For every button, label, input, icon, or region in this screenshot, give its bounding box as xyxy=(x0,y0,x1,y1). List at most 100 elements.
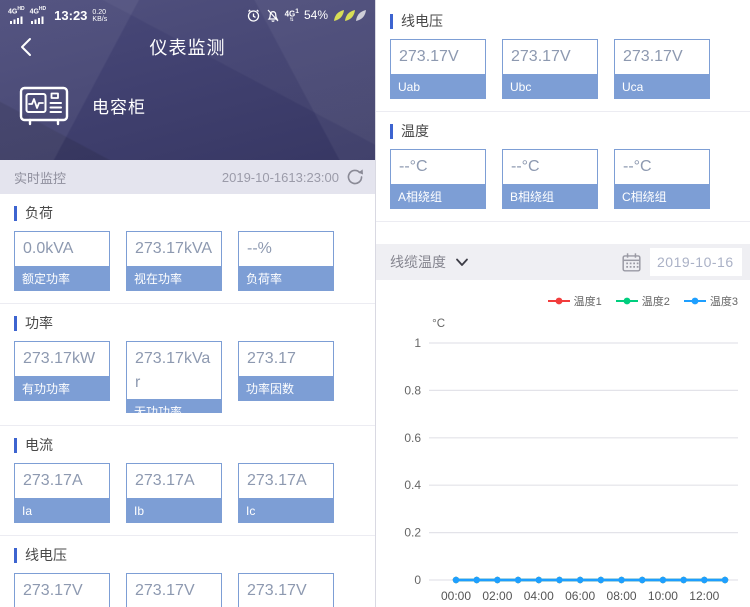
signal-bars-icon xyxy=(9,16,23,24)
metric-card: 0.0kVA 额定功率 xyxy=(14,231,110,291)
metric-label: Ic xyxy=(238,499,334,523)
section-title: 负荷 xyxy=(14,206,375,221)
section-divider xyxy=(376,221,750,222)
status-time: 13:23 xyxy=(54,7,88,23)
screen-left: 4GHD 4GHD 13:23 0.20 KB/s 4G1 ⇅ 54% 仪表监测… xyxy=(0,0,375,607)
metric-cards-row: 0.0kVA 额定功率 273.17kVA 视在功率 --% 负荷率 xyxy=(0,231,375,291)
realtime-label: 实时监控 xyxy=(14,170,67,186)
metric-label: B相绕组 xyxy=(502,185,598,209)
metric-cards-row: --°C A相绕组 --°C B相绕组 --°C C相绕组 xyxy=(376,149,750,209)
metric-label: Uab xyxy=(390,75,486,99)
selector-label: 线缆温度 xyxy=(390,254,446,270)
alarm-clock-icon xyxy=(246,8,261,23)
chart-legend: 温度1 温度2 温度3 xyxy=(376,294,750,308)
metric-card: --°C C相绕组 xyxy=(614,149,710,209)
metric-value: 273.17V xyxy=(502,39,598,75)
section-title: 线电压 xyxy=(390,14,750,29)
metric-label: 有功功率 xyxy=(14,377,110,401)
date-input[interactable]: 2019-10-16 xyxy=(650,248,742,276)
metric-cards-row: 273.17A Ia 273.17A Ib 273.17A Ic xyxy=(0,463,375,523)
svg-text:0.8: 0.8 xyxy=(404,383,421,397)
metric-label: C相绕组 xyxy=(614,185,710,209)
metric-cards-row: 273.17kW 有功功率 273.17kVar 无功功率 273.17 功率因数 xyxy=(0,341,375,413)
metric-cards-row: 273.17VUab 273.17VUbc 273.17VUca xyxy=(0,573,375,607)
legend-item[interactable]: 温度1 xyxy=(547,293,602,309)
metric-value: 273.17kW xyxy=(14,341,110,377)
chart-header-bar: 线缆温度 2019-10-16 xyxy=(376,244,750,280)
chart-wrap: 0 0.2 0.4 0.6 0.8 1 °C 00:00 02:00 04:00 06:00 08:0… xyxy=(376,310,750,607)
status-bar: 4GHD 4GHD 13:23 0.20 KB/s 4G1 ⇅ 54% xyxy=(0,0,375,28)
left-sections-mount: 负荷 0.0kVA 额定功率 273.17kVA 视在功率 --% 负荷率功率 273.17k… xyxy=(0,194,375,607)
metric-card: 273.17VUbc xyxy=(502,39,598,99)
metric-card: 273.17 功率因数 xyxy=(238,341,334,401)
metric-value: 273.17V xyxy=(126,573,222,607)
calendar-icon[interactable] xyxy=(621,252,642,273)
refresh-icon xyxy=(347,169,363,185)
metric-section: 负荷 0.0kVA 额定功率 273.17kVA 视在功率 --% 负荷率 xyxy=(0,194,375,304)
screen-right: 线电压 273.17V Uab 273.17V Ubc 273.17V Uca 温度 --°C A… xyxy=(375,0,750,607)
metric-section: 功率 273.17kW 有功功率 273.17kVar 无功功率 273.17 功率因数 xyxy=(0,304,375,426)
metric-card: 273.17A Ia xyxy=(14,463,110,523)
realtime-monitor-bar: 实时监控 2019-10-1613:23:00 xyxy=(0,160,375,194)
metric-value: 273.17 xyxy=(238,341,334,377)
metric-label: 视在功率 xyxy=(126,267,222,291)
refresh-button[interactable] xyxy=(345,167,365,187)
section-title: 功率 xyxy=(14,316,375,331)
svg-text:04:00: 04:00 xyxy=(524,589,554,603)
section-title: 温度 xyxy=(390,124,750,139)
metric-value: 273.17V xyxy=(14,573,110,607)
legend-item[interactable]: 温度3 xyxy=(683,293,738,309)
metric-label: Uca xyxy=(614,75,710,99)
metric-label: A相绕组 xyxy=(390,185,486,209)
svg-text:00:00: 00:00 xyxy=(441,589,471,603)
metric-label: 无功功率 xyxy=(126,400,222,413)
metric-value: --°C xyxy=(614,149,710,185)
legend-label: 温度3 xyxy=(709,296,738,308)
metric-section: 线电压 273.17VUab 273.17VUbc 273.17VUca xyxy=(0,536,375,607)
back-chevron-icon xyxy=(21,38,31,56)
metric-value: 273.17V xyxy=(614,39,710,75)
metric-card: 273.17A Ic xyxy=(238,463,334,523)
metric-card: 273.17kW 有功功率 xyxy=(14,341,110,401)
svg-text:0.6: 0.6 xyxy=(404,431,421,445)
svg-text:10:00: 10:00 xyxy=(648,589,678,603)
metric-card: 273.17VUbc xyxy=(126,573,222,607)
metric-card: --°C A相绕组 xyxy=(390,149,486,209)
svg-text:06:00: 06:00 xyxy=(565,589,595,603)
metric-selector[interactable]: 线缆温度 xyxy=(390,252,469,272)
section-title: 电流 xyxy=(14,438,375,453)
device-name: 电容柜 xyxy=(92,97,146,117)
svg-text:02:00: 02:00 xyxy=(482,589,512,603)
back-button[interactable] xyxy=(10,28,54,66)
metric-card: --% 负荷率 xyxy=(238,231,334,291)
svg-text:1: 1 xyxy=(414,336,421,350)
svg-text:0.4: 0.4 xyxy=(404,478,421,492)
metric-value: 273.17A xyxy=(126,463,222,499)
metric-value: --°C xyxy=(390,149,486,185)
metric-card: 273.17A Ib xyxy=(126,463,222,523)
mute-bell-icon xyxy=(266,8,280,23)
page-title: 仪表监测 xyxy=(149,38,226,58)
metric-label: 功率因数 xyxy=(238,377,334,401)
svg-text:°C: °C xyxy=(432,318,445,330)
metric-card: 273.17VUab xyxy=(390,39,486,99)
nav-bar: 仪表监测 xyxy=(0,28,375,66)
svg-text:08:00: 08:00 xyxy=(607,589,637,603)
metric-value: 273.17A xyxy=(14,463,110,499)
capacitor-cabinet-icon xyxy=(19,86,69,126)
metric-label: Ubc xyxy=(502,75,598,99)
network-speed: 0.20 KB/s xyxy=(92,8,108,23)
svg-text:0.2: 0.2 xyxy=(404,526,421,540)
legend-label: 温度1 xyxy=(573,296,602,308)
date-value: 2019-10-16 xyxy=(657,254,734,270)
metric-card: 273.17kVA 视在功率 xyxy=(126,231,222,291)
signal-4g-icon: 4GHD xyxy=(8,6,25,24)
metric-value: 0.0kVA xyxy=(14,231,110,267)
legend-marker-icon xyxy=(547,297,570,305)
signal-bars-icon xyxy=(31,16,44,24)
metric-value: 273.17kVA xyxy=(126,231,222,267)
legend-marker-icon xyxy=(683,297,706,305)
device-row: 电容柜 xyxy=(0,66,375,128)
legend-item[interactable]: 温度2 xyxy=(615,293,670,309)
signal-4g-icon-2: 4GHD xyxy=(30,6,46,24)
